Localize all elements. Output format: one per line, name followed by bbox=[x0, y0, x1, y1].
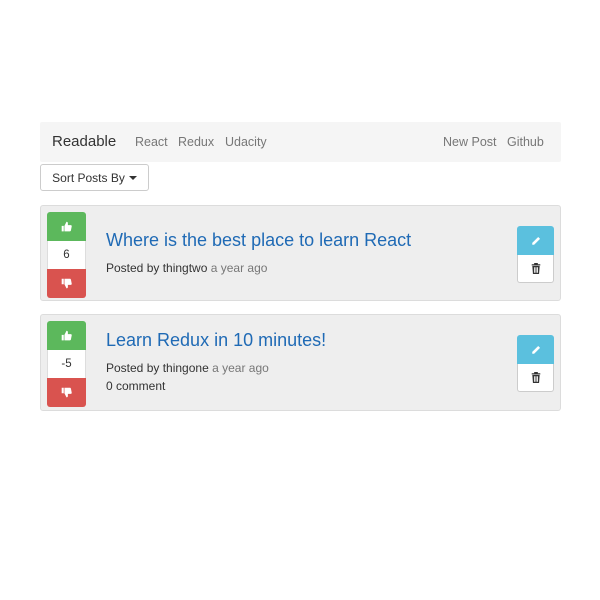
post-author: Posted by thingone bbox=[106, 361, 209, 375]
delete-button[interactable] bbox=[517, 255, 554, 283]
nav-link-redux[interactable]: Redux bbox=[178, 135, 214, 149]
post-timestamp: a year ago bbox=[210, 261, 268, 275]
post-actions bbox=[517, 226, 554, 283]
thumbs-down-icon bbox=[61, 278, 72, 289]
caret-down-icon bbox=[128, 176, 137, 180]
upvote-button[interactable] bbox=[47, 321, 86, 350]
trash-icon bbox=[531, 263, 540, 274]
post-card: -5 Learn Redux in 10 minutes! Posted by … bbox=[40, 314, 561, 411]
thumbs-up-icon bbox=[61, 221, 72, 232]
post-actions bbox=[517, 335, 554, 392]
edit-button[interactable] bbox=[517, 335, 554, 364]
vote-control: -5 bbox=[47, 321, 86, 407]
trash-icon bbox=[531, 372, 540, 383]
downvote-button[interactable] bbox=[47, 269, 86, 298]
delete-button[interactable] bbox=[517, 364, 554, 392]
nav-link-github[interactable]: Github bbox=[507, 135, 544, 149]
vote-score: -5 bbox=[47, 350, 86, 378]
post-meta: Posted by thingtwo a year ago bbox=[106, 261, 267, 275]
edit-button[interactable] bbox=[517, 226, 554, 255]
nav-link-react[interactable]: React bbox=[135, 135, 168, 149]
post-meta: Posted by thingone a year ago bbox=[106, 361, 269, 375]
vote-control: 6 bbox=[47, 212, 86, 298]
pencil-icon bbox=[531, 345, 540, 354]
nav-link-udacity[interactable]: Udacity bbox=[225, 135, 267, 149]
post-title-link[interactable]: Learn Redux in 10 minutes! bbox=[106, 330, 326, 351]
post-title-link[interactable]: Where is the best place to learn React bbox=[106, 230, 411, 251]
brand-link[interactable]: Readable bbox=[52, 133, 116, 150]
vote-score: 6 bbox=[47, 241, 86, 269]
navbar: Readable React Redux Udacity New Post Gi… bbox=[40, 122, 561, 162]
downvote-button[interactable] bbox=[47, 378, 86, 407]
upvote-button[interactable] bbox=[47, 212, 86, 241]
thumbs-down-icon bbox=[61, 387, 72, 398]
pencil-icon bbox=[531, 236, 540, 245]
thumbs-up-icon bbox=[61, 330, 72, 341]
post-author: Posted by thingtwo bbox=[106, 261, 208, 275]
nav-link-new-post[interactable]: New Post bbox=[443, 135, 497, 149]
post-card: 6 Where is the best place to learn React… bbox=[40, 205, 561, 301]
comment-count: 0 comment bbox=[106, 379, 166, 393]
sort-posts-dropdown[interactable]: Sort Posts By bbox=[40, 164, 149, 191]
post-timestamp: a year ago bbox=[212, 361, 269, 375]
sort-posts-label: Sort Posts By bbox=[52, 170, 125, 185]
